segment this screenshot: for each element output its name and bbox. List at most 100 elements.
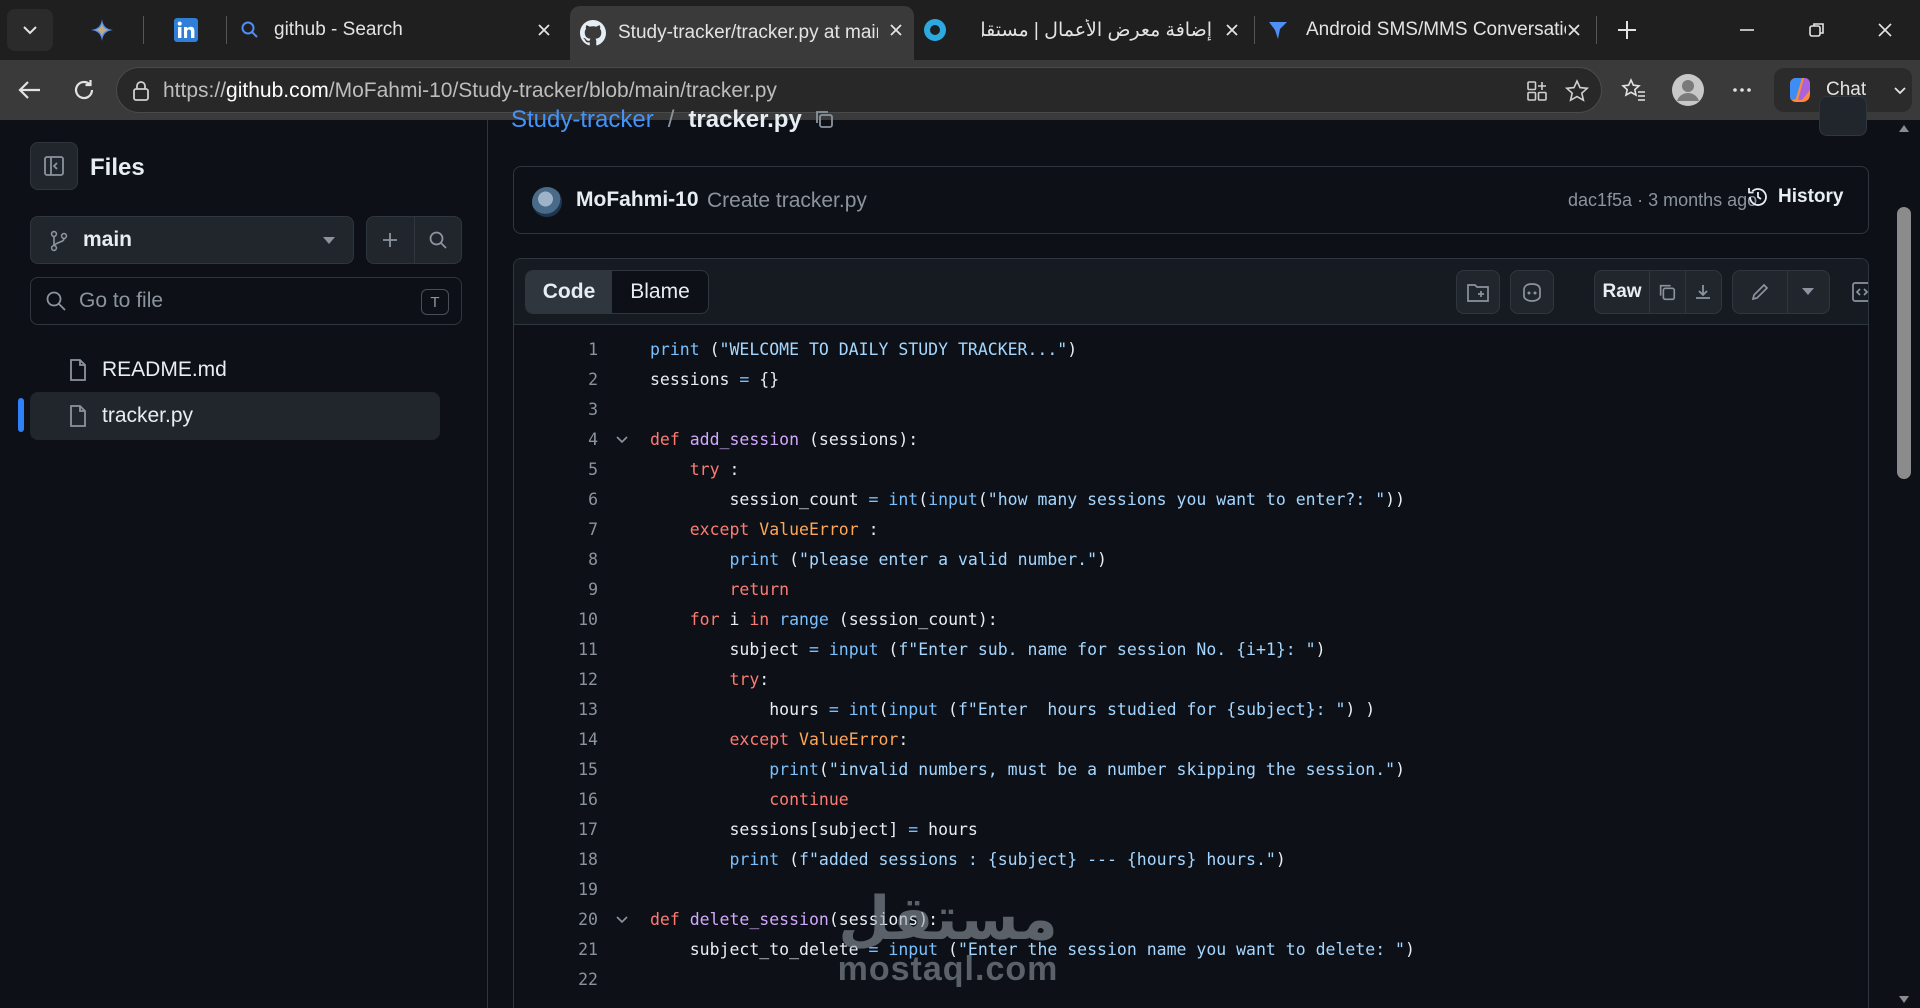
line-number[interactable]: 5 (514, 460, 598, 479)
commit-message[interactable]: Create tracker.py (707, 189, 867, 213)
address-bar[interactable]: https://github.com/MoFahmi-10/Study-trac… (116, 67, 1602, 113)
fold-chevron-icon[interactable] (614, 911, 630, 927)
copilot-button[interactable] (1510, 270, 1554, 314)
tab-mostaql[interactable]: إضافة معرض الأعمال | مستقل (920, 6, 1250, 54)
breadcrumb-repo-link[interactable]: Study-tracker (511, 106, 654, 133)
line-number[interactable]: 9 (514, 580, 598, 599)
close-icon (538, 24, 550, 36)
tab-study-tracker[interactable]: Study-tracker/tracker.py at main (570, 6, 914, 60)
star-icon (1564, 79, 1590, 102)
raw-button[interactable]: Raw (1595, 271, 1651, 313)
scroll-up-arrow-icon[interactable] (1898, 124, 1910, 134)
line-number[interactable]: 7 (514, 520, 598, 539)
tab-linkedin[interactable] (150, 6, 222, 54)
back-button[interactable] (10, 70, 50, 110)
code-toolbar: Code Blame Raw (514, 259, 1868, 325)
code-text: except ValueError : (689, 520, 879, 539)
line-number[interactable]: 21 (514, 940, 598, 959)
copilot-icon (1790, 78, 1810, 102)
line-number[interactable]: 2 (514, 370, 598, 389)
minimize-button[interactable] (1720, 8, 1774, 52)
tab-close-button[interactable] (1222, 20, 1242, 40)
tab-close-button[interactable] (886, 20, 906, 40)
commit-author[interactable]: MoFahmi-10 (576, 188, 699, 212)
add-file-button[interactable] (367, 217, 415, 263)
bird-icon (1269, 22, 1287, 39)
line-number[interactable]: 12 (514, 670, 598, 689)
line-number[interactable]: 11 (514, 640, 598, 659)
line-number[interactable]: 3 (514, 400, 598, 419)
copy-icon (1660, 284, 1676, 301)
fold-chevron-icon[interactable] (614, 431, 630, 447)
tab-blame[interactable]: Blame (612, 271, 708, 313)
plus-icon (383, 233, 398, 247)
line-number[interactable]: 14 (514, 730, 598, 749)
tab-close-button[interactable] (534, 20, 554, 40)
more-options-button[interactable] (1819, 96, 1867, 136)
search-code-button[interactable] (415, 217, 462, 263)
line-number[interactable]: 8 (514, 550, 598, 569)
close-icon (1226, 24, 1238, 36)
file-actions-group (366, 216, 462, 264)
copy-path-button[interactable] (813, 108, 835, 135)
line-number[interactable]: 22 (514, 970, 598, 989)
tab-code[interactable]: Code (526, 271, 612, 313)
apps-grid-icon (1527, 81, 1547, 101)
search-icon (429, 231, 447, 249)
favorite-star-button[interactable] (1563, 77, 1591, 105)
line-number[interactable]: 13 (514, 700, 598, 719)
tab-github-search[interactable]: github - Search (232, 6, 562, 54)
commit-meta: dac1f5a · 3 months ago (1568, 190, 1758, 210)
breadcrumb: Study-tracker / tracker.py (511, 106, 802, 134)
edit-options-dropdown[interactable] (1788, 271, 1829, 313)
go-to-file-input[interactable]: Go to file T (30, 277, 462, 325)
settings-more-button[interactable] (1724, 72, 1760, 108)
line-number[interactable]: 1 (514, 340, 598, 359)
file-tree-item-readme[interactable]: README.md (30, 346, 440, 394)
tab-android-sms[interactable]: Android SMS/MMS Conversatio (1262, 6, 1592, 54)
tab-close-button[interactable] (1564, 20, 1584, 40)
line-number[interactable]: 18 (514, 850, 598, 869)
branch-selector[interactable]: main (30, 216, 354, 264)
restore-button[interactable] (1790, 8, 1844, 52)
open-symbols-button[interactable] (1456, 270, 1500, 314)
collapse-sidebar-button[interactable] (30, 142, 78, 190)
tab-title: github - Search (274, 19, 403, 40)
author-avatar[interactable] (532, 187, 562, 217)
code-text: subject = input (f"Enter sub. name for s… (650, 640, 1326, 659)
close-window-button[interactable] (1858, 8, 1912, 52)
profile-button[interactable] (1670, 72, 1706, 108)
history-button[interactable]: History (1746, 185, 1843, 209)
url-text: https://github.com/MoFahmi-10/Study-trac… (163, 79, 777, 103)
line-number[interactable]: 10 (514, 610, 598, 629)
split-screen-button[interactable] (1523, 77, 1551, 105)
close-icon (1878, 23, 1892, 37)
tab-actions-menu-button[interactable] (7, 9, 53, 51)
copy-raw-button[interactable] (1650, 271, 1686, 313)
scroll-down-arrow-icon[interactable] (1898, 994, 1910, 1004)
url-host: github.com (226, 79, 329, 102)
git-branch-icon (50, 230, 68, 252)
raw-copy-download-group: Raw (1594, 270, 1722, 314)
commit-sha[interactable]: dac1f5a (1568, 190, 1632, 210)
code-line: 16 continue (514, 785, 1868, 815)
line-number[interactable]: 15 (514, 760, 598, 779)
line-number[interactable]: 20 (514, 910, 598, 929)
line-number[interactable]: 19 (514, 880, 598, 899)
file-icon (70, 405, 86, 427)
new-tab-button[interactable] (1600, 8, 1654, 52)
line-number[interactable]: 6 (514, 490, 598, 509)
favorites-button[interactable] (1616, 72, 1652, 108)
scrollbar-thumb[interactable] (1897, 207, 1911, 479)
edit-file-button[interactable] (1733, 271, 1788, 313)
line-number[interactable]: 16 (514, 790, 598, 809)
line-number[interactable]: 4 (514, 430, 598, 449)
tab-copilot[interactable] (66, 6, 138, 54)
code-line: 4 def add_session (sessions): (514, 425, 1868, 455)
symbols-panel-button[interactable] (1840, 270, 1868, 314)
refresh-button[interactable] (64, 70, 104, 110)
copilot-face-icon (1523, 283, 1541, 302)
file-tree-item-tracker[interactable]: tracker.py (30, 392, 440, 440)
line-number[interactable]: 17 (514, 820, 598, 839)
download-button[interactable] (1686, 271, 1721, 313)
